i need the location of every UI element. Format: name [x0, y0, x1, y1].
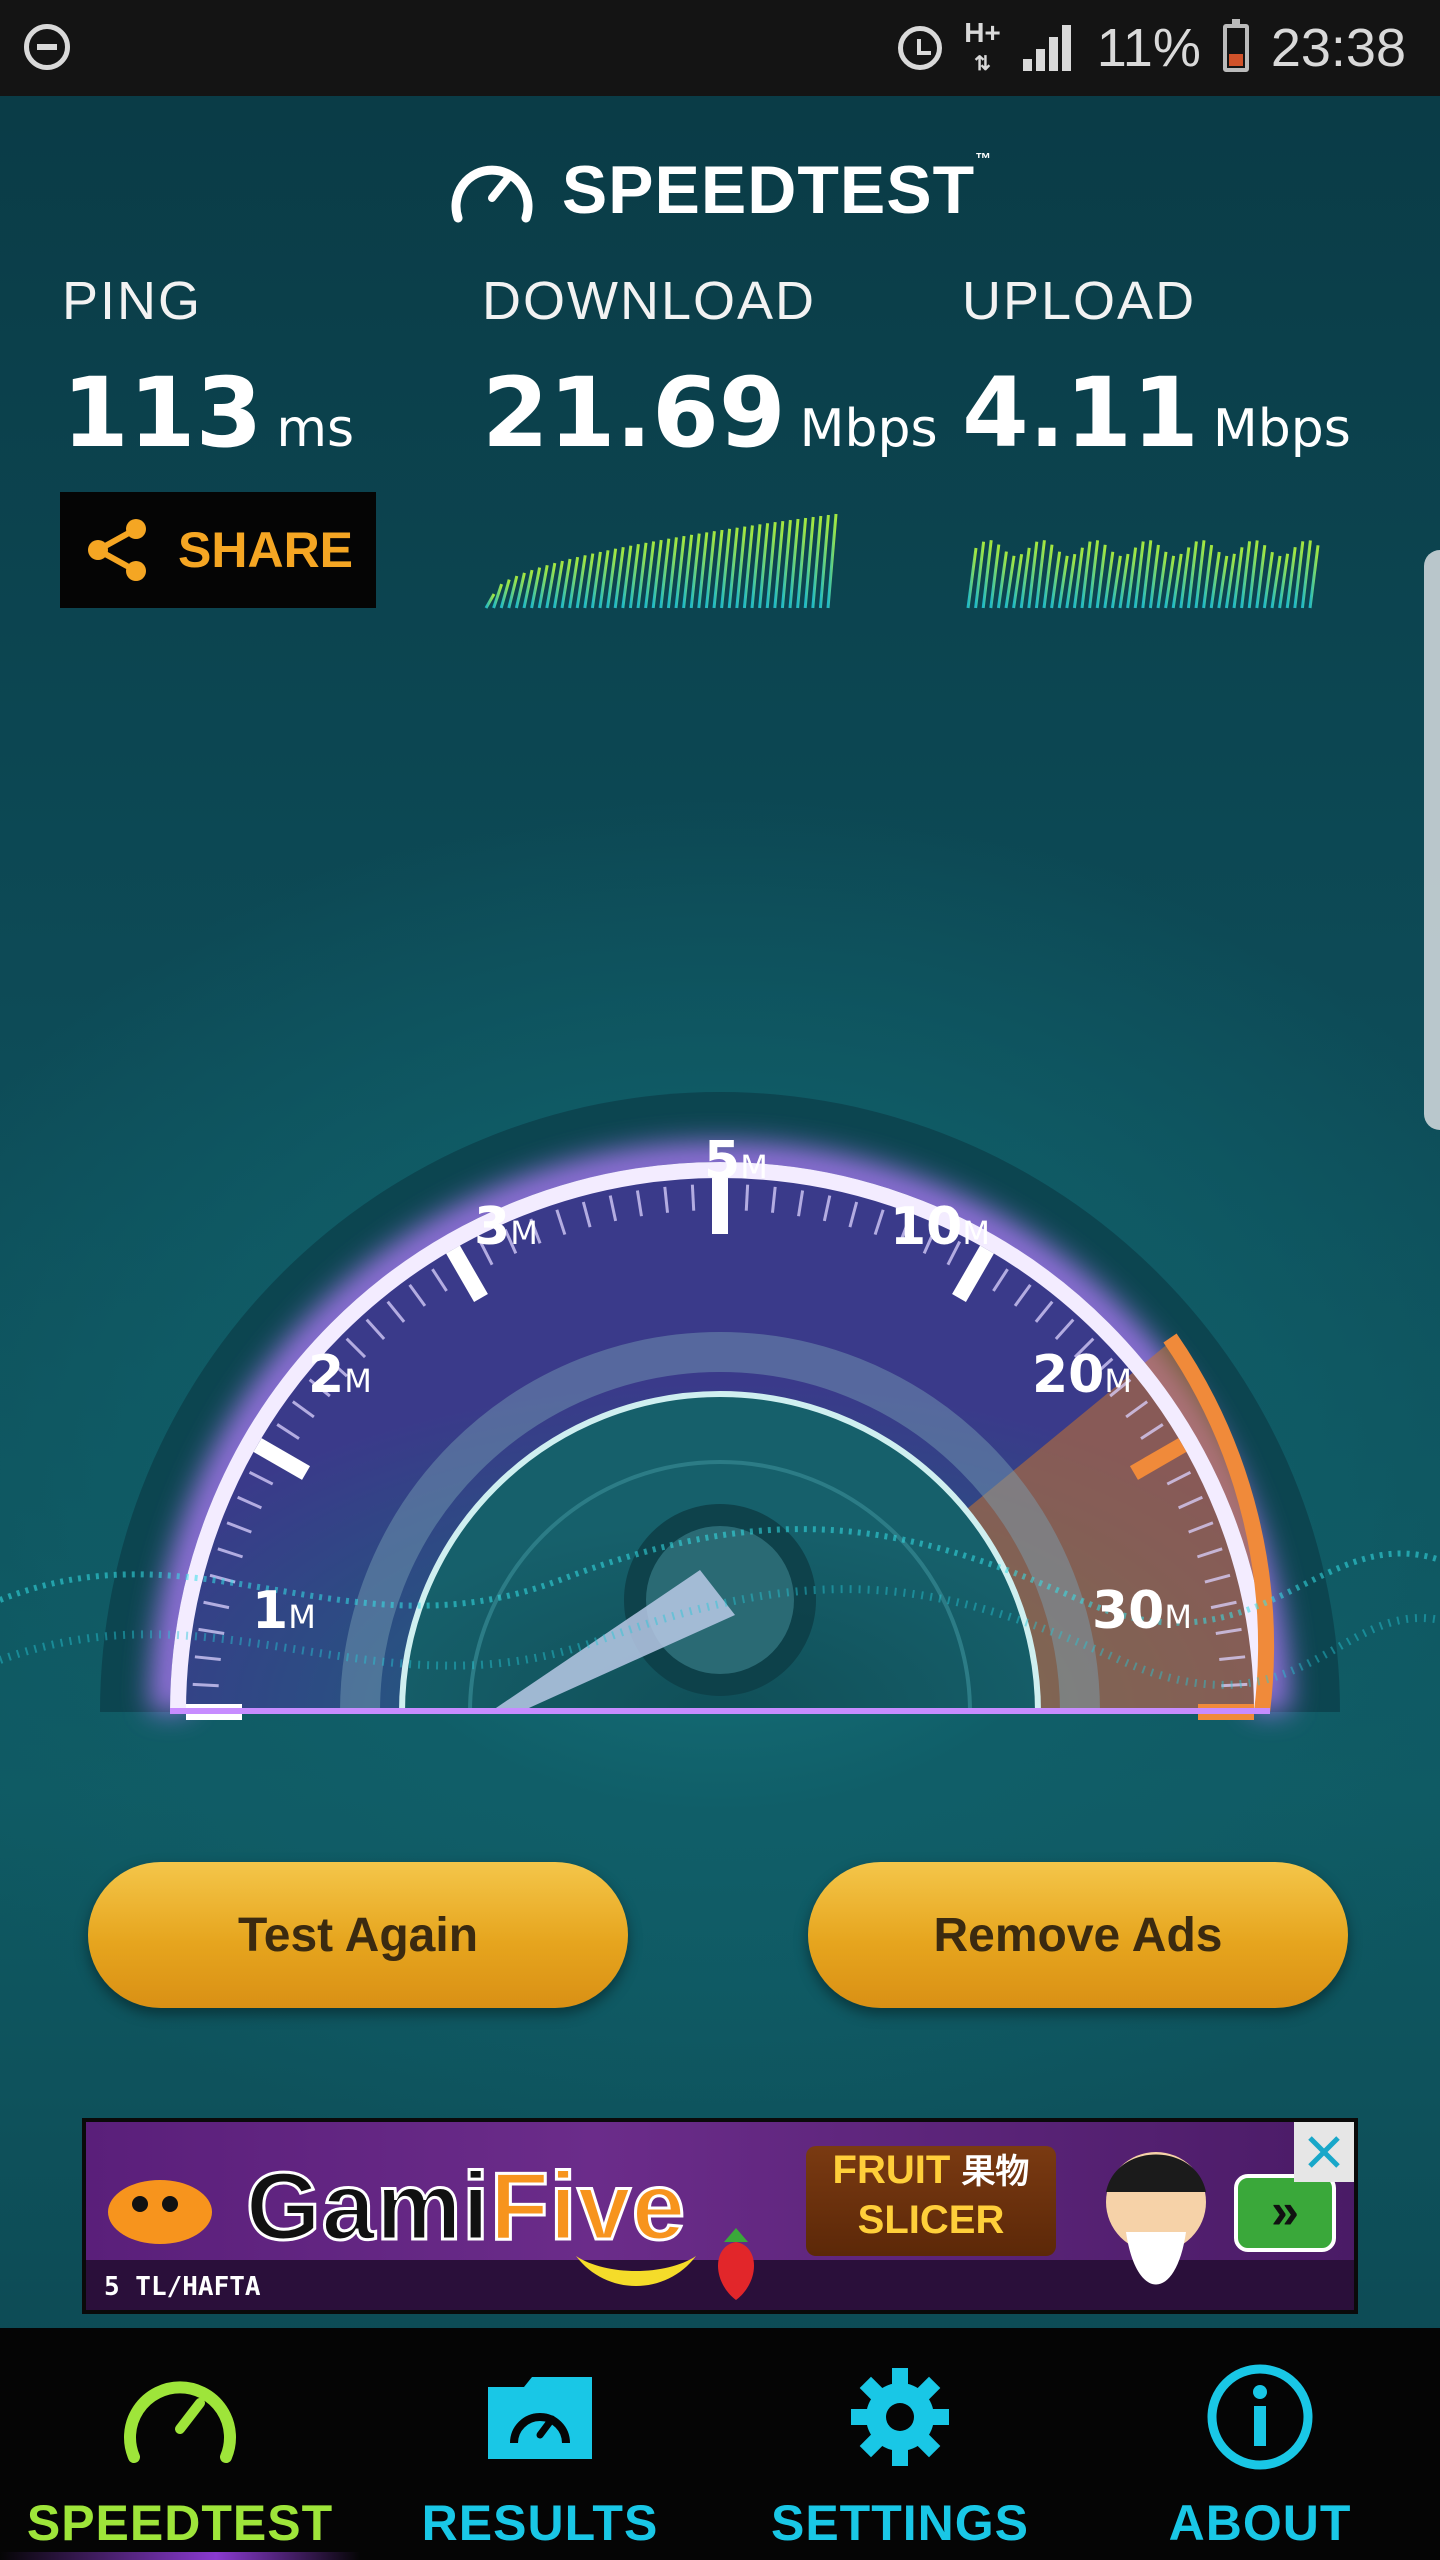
alarm-icon [898, 26, 943, 70]
battery-percent: 11% [1096, 18, 1201, 78]
status-bar: H+ ⇅ 11% 23:38 [0, 0, 1440, 96]
ad-arrow-button[interactable]: » [1234, 2174, 1336, 2252]
nav-item-results[interactable]: RESULTS [360, 2328, 720, 2560]
ad-mascot-icon [108, 2180, 212, 2244]
active-tab-indicator [0, 2552, 360, 2560]
do-not-disturb-icon [24, 24, 70, 70]
nav-icon-about [1195, 2362, 1325, 2472]
ping-unit: ms [276, 399, 355, 459]
nav-item-about[interactable]: ABOUT [1080, 2328, 1440, 2560]
speedometer-logo-icon [451, 165, 533, 223]
download-value: 21.69 [482, 357, 786, 469]
upload-value: 4.11 [962, 357, 1199, 469]
ad-banner[interactable]: GamiFive 5 TL/HAFTA FRUIT 果物 SLICER » [82, 2118, 1358, 2314]
upload-value-row: 4.11 Mbps [962, 358, 1351, 484]
download-speed-graph [484, 513, 838, 609]
results-folder-icon [488, 2377, 592, 2459]
download-label: DOWNLOAD [482, 271, 817, 331]
ad-close-button[interactable] [1294, 2122, 1354, 2182]
download-unit: Mbps [799, 399, 938, 459]
signal-icon [1022, 25, 1075, 71]
share-label: SHARE [178, 522, 354, 578]
trademark: ™ [975, 151, 993, 168]
edge-panel-handle[interactable] [1424, 550, 1440, 1130]
banana-icon [576, 2256, 696, 2286]
close-icon [1308, 2136, 1340, 2168]
speedometer-icon [124, 2381, 236, 2463]
nav-label-about: ABOUT [1168, 2495, 1352, 2551]
app-screen: H+ ⇅ 11% 23:38 SPEEDTEST™ PING 113 ms DOW… [0, 0, 1440, 2560]
ad-character-icon [1106, 2152, 1206, 2285]
ping-metric: PING 113 ms [62, 270, 354, 484]
nav-label-settings: SETTINGS [770, 2495, 1030, 2551]
ping-value-row: 113 ms [62, 358, 354, 484]
share-button[interactable]: SHARE [60, 492, 376, 608]
ping-label: PING [62, 271, 203, 331]
app-title: SPEEDTEST™ [562, 151, 992, 229]
app-title-text: SPEEDTEST [561, 152, 976, 228]
upload-metric: UPLOAD 4.11 Mbps [962, 270, 1351, 484]
bottom-nav: SPEEDTEST RESULTS SETTINGS ABOUT [0, 2328, 1440, 2560]
nav-icon-settings [835, 2362, 965, 2472]
download-metric: DOWNLOAD 21.69 Mbps [482, 270, 938, 484]
brand-header: SPEEDTEST™ [0, 140, 1440, 240]
ad-price: 5 TL/HAFTA [104, 2272, 261, 2302]
nav-item-settings[interactable]: SETTINGS [720, 2328, 1080, 2560]
clock: 23:38 [1270, 18, 1406, 78]
remove-ads-button[interactable]: Remove Ads [808, 1862, 1348, 2008]
network-type-icon: H+ ⇅ [964, 16, 1001, 75]
gear-icon [851, 2368, 949, 2466]
network-type: H+ [964, 16, 1001, 48]
speed-gauge: 1M 2M 3M 5M 10M 20M 30M [0, 1092, 1440, 1720]
download-value-row: 21.69 Mbps [482, 358, 938, 484]
ad-brand-part1: Gami [244, 2152, 491, 2262]
nav-label-speedtest: SPEEDTEST [26, 2495, 334, 2551]
ad-game-logo: FRUIT 果物 SLICER [806, 2146, 1056, 2256]
info-icon [1207, 2364, 1313, 2470]
upload-speed-graph [966, 540, 1320, 609]
test-again-button[interactable]: Test Again [88, 1862, 628, 2008]
ad-game-line1: FRUIT [832, 2148, 951, 2192]
nav-icon-results [475, 2362, 605, 2472]
nav-icon-speedtest [115, 2362, 245, 2472]
upload-unit: Mbps [1212, 399, 1351, 459]
ping-value: 113 [62, 357, 263, 469]
status-right: H+ ⇅ 11% 23:38 [898, 0, 1406, 96]
strawberry-icon [718, 2228, 754, 2300]
ad-game-jp: 果物 [961, 2153, 1030, 2191]
upload-label: UPLOAD [962, 271, 1197, 331]
battery-icon [1222, 19, 1249, 72]
share-icon [88, 519, 146, 581]
nav-item-speedtest[interactable]: SPEEDTEST [0, 2328, 360, 2560]
nav-label-results: RESULTS [421, 2495, 659, 2551]
ad-game-line2: SLICER [857, 2198, 1005, 2242]
